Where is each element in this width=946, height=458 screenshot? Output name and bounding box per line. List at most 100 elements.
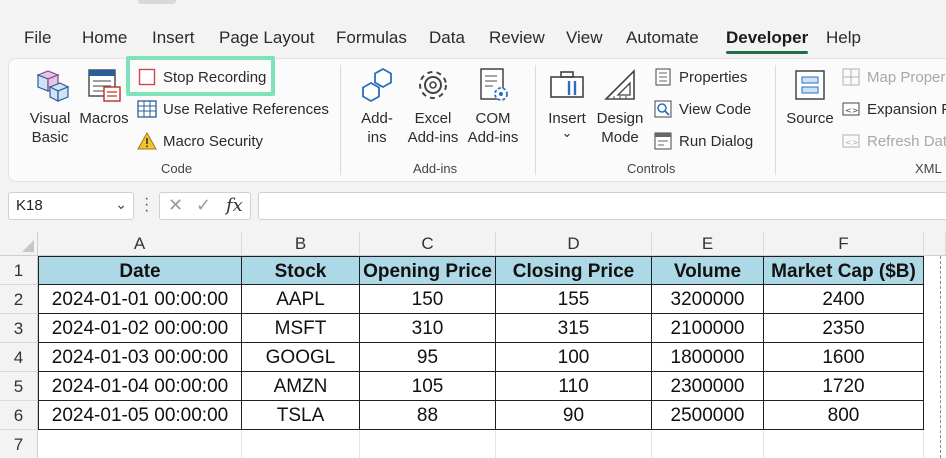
tab-file[interactable]: File xyxy=(24,28,51,48)
column-header-c[interactable]: C xyxy=(360,232,496,256)
use-relative-references-button[interactable]: Use Relative References xyxy=(137,97,329,121)
table-cell[interactable]: MSFT xyxy=(242,314,360,343)
row-header-4[interactable]: 4 xyxy=(0,343,38,372)
table-cell[interactable]: 1720 xyxy=(764,372,924,401)
table-cell[interactable]: 2024-01-01 00:00:00 xyxy=(38,285,242,314)
expansion-packs-button[interactable]: <> Expansion P xyxy=(841,97,946,121)
table-cell[interactable]: 1800000 xyxy=(652,343,764,372)
name-box[interactable]: K18 ⌄ xyxy=(8,192,134,220)
column-header-a[interactable]: A xyxy=(38,232,242,256)
expansion-packs-icon: <> xyxy=(841,99,861,119)
tab-automate[interactable]: Automate xyxy=(626,28,699,48)
visual-basic-icon xyxy=(36,70,70,102)
header-cell-volume[interactable]: Volume xyxy=(652,256,764,285)
row-header-7[interactable]: 7 xyxy=(0,430,38,458)
header-cell-opening-price[interactable]: Opening Price xyxy=(360,256,496,285)
table-cell[interactable]: 2400 xyxy=(764,285,924,314)
table-cell[interactable]: 2024-01-04 00:00:00 xyxy=(38,372,242,401)
row-header-1[interactable]: 1 xyxy=(0,256,38,285)
tab-help[interactable]: Help xyxy=(826,28,861,48)
insert-function-icon[interactable]: fx xyxy=(226,195,243,216)
row-header-3[interactable]: 3 xyxy=(0,314,38,343)
tab-home[interactable]: Home xyxy=(82,28,127,48)
more-vertical-icon[interactable]: · · · xyxy=(144,191,149,219)
excel-add-ins-button[interactable]: Excel Add-ins xyxy=(405,65,461,147)
table-cell[interactable]: 2300000 xyxy=(652,372,764,401)
table-cell[interactable]: 2350 xyxy=(764,314,924,343)
table-cell[interactable]: 2500000 xyxy=(652,401,764,430)
select-all-corner[interactable] xyxy=(0,232,38,256)
table-cell[interactable]: GOOGL xyxy=(242,343,360,372)
xml-source-button[interactable]: Source xyxy=(783,65,837,128)
visual-basic-button[interactable]: Visual Basic xyxy=(23,65,77,147)
table-cell[interactable]: 90 xyxy=(496,401,652,430)
insert-control-button[interactable]: Insert ⌄ xyxy=(545,65,589,140)
com-add-ins-label-1: COM xyxy=(475,110,511,127)
cancel-icon[interactable]: ✕ xyxy=(168,195,183,216)
com-add-ins-button[interactable]: COM Add-ins xyxy=(463,65,523,147)
table-cell[interactable]: 150 xyxy=(360,285,496,314)
tab-view[interactable]: View xyxy=(566,28,603,48)
table-cell[interactable]: 95 xyxy=(360,343,496,372)
design-mode-label-1: Design xyxy=(596,110,644,127)
header-cell-stock[interactable]: Stock xyxy=(242,256,360,285)
empty-cell[interactable] xyxy=(38,430,242,458)
tab-formulas[interactable]: Formulas xyxy=(336,28,407,48)
empty-cell[interactable] xyxy=(496,430,652,458)
table-cell[interactable]: 2024-01-02 00:00:00 xyxy=(38,314,242,343)
refresh-data-button[interactable]: <> Refresh Data xyxy=(841,129,946,153)
chevron-down-icon[interactable]: ⌄ xyxy=(115,196,127,213)
table-cell[interactable]: 2024-01-05 00:00:00 xyxy=(38,401,242,430)
table-cell[interactable]: 3200000 xyxy=(652,285,764,314)
column-header-b[interactable]: B xyxy=(242,232,360,256)
table-cell[interactable]: 2024-01-03 00:00:00 xyxy=(38,343,242,372)
run-dialog-button[interactable]: Run Dialog xyxy=(653,129,753,153)
header-cell-date[interactable]: Date xyxy=(38,256,242,285)
column-header-f[interactable]: F xyxy=(764,232,924,256)
table-cell[interactable]: 105 xyxy=(360,372,496,401)
header-cell-market-cap[interactable]: Market Cap ($B) xyxy=(764,256,924,285)
formula-input[interactable] xyxy=(258,192,946,220)
macros-button[interactable]: Macros xyxy=(77,65,131,128)
empty-cell[interactable] xyxy=(652,430,764,458)
table-cell[interactable]: 155 xyxy=(496,285,652,314)
table-cell[interactable]: 100 xyxy=(496,343,652,372)
table-cell[interactable]: TSLA xyxy=(242,401,360,430)
properties-button[interactable]: Properties xyxy=(653,65,747,89)
header-cell-closing-price[interactable]: Closing Price xyxy=(496,256,652,285)
row-header-6[interactable]: 6 xyxy=(0,401,38,430)
column-header-e[interactable]: E xyxy=(652,232,764,256)
row-header-5[interactable]: 5 xyxy=(0,372,38,401)
column-header-d[interactable]: D xyxy=(496,232,652,256)
macro-security-button[interactable]: Macro Security xyxy=(137,129,263,153)
table-cell[interactable]: AAPL xyxy=(242,285,360,314)
insert-control-caret: ⌄ xyxy=(561,125,573,140)
tab-review[interactable]: Review xyxy=(489,28,545,48)
map-properties-button[interactable]: Map Proper xyxy=(841,65,945,89)
enter-icon[interactable]: ✓ xyxy=(196,195,211,216)
column-header-g[interactable] xyxy=(924,232,946,256)
design-mode-button[interactable]: Design Mode xyxy=(593,65,647,147)
svg-text:<>: <> xyxy=(845,138,858,147)
table-cell[interactable]: 2100000 xyxy=(652,314,764,343)
table-cell[interactable]: 310 xyxy=(360,314,496,343)
tab-data[interactable]: Data xyxy=(429,28,465,48)
tab-insert[interactable]: Insert xyxy=(152,28,195,48)
add-ins-button[interactable]: Add- ins xyxy=(353,65,401,147)
properties-label: Properties xyxy=(679,68,748,86)
tab-developer[interactable]: Developer xyxy=(726,28,809,54)
table-cell[interactable]: 88 xyxy=(360,401,496,430)
row-header-2[interactable]: 2 xyxy=(0,285,38,314)
table-cell[interactable]: 315 xyxy=(496,314,652,343)
run-dialog-label: Run Dialog xyxy=(679,132,754,150)
table-cell[interactable]: 110 xyxy=(496,372,652,401)
view-code-button[interactable]: View Code xyxy=(653,97,751,121)
table-cell[interactable]: AMZN xyxy=(242,372,360,401)
empty-cell[interactable] xyxy=(360,430,496,458)
table-cell[interactable]: 1600 xyxy=(764,343,924,372)
table-cell[interactable]: 800 xyxy=(764,401,924,430)
group-separator xyxy=(535,65,536,175)
tab-page-layout[interactable]: Page Layout xyxy=(219,28,314,48)
empty-cell[interactable] xyxy=(764,430,924,458)
empty-cell[interactable] xyxy=(242,430,360,458)
